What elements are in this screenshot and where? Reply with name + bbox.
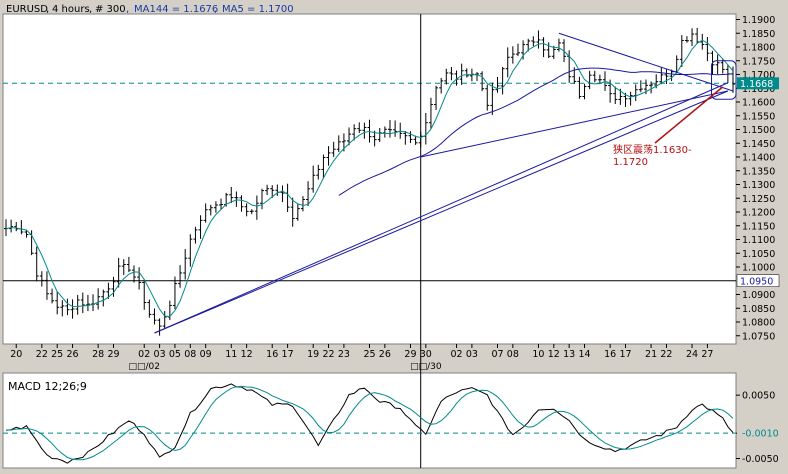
header-sep-2: ,	[89, 4, 92, 15]
x-tick-label: 17	[282, 349, 294, 360]
x-sublabel: □□/02	[128, 362, 160, 372]
x-tick-label: 26	[67, 349, 79, 360]
macd-y-tick-label: 0.0050	[742, 391, 775, 402]
macd-y-tick-label: -0.0010	[742, 429, 779, 440]
x-tick-label: 26	[379, 349, 391, 360]
x-tick-label: 29	[404, 349, 416, 360]
y-tick-label: 1.1200	[742, 208, 775, 219]
x-tick-label: 28	[92, 349, 104, 360]
x-tick-label: 21	[645, 349, 657, 360]
x-tick-label: 14	[578, 349, 590, 360]
x-tick-label: 05	[169, 349, 181, 360]
x-tick-label: 13	[563, 349, 575, 360]
x-tick-label: 20	[10, 349, 22, 360]
price-plot-area	[2, 13, 737, 345]
x-tick-label: 19	[307, 349, 319, 360]
header-symbol: EURUSD	[6, 4, 48, 15]
x-tick-label: 09	[200, 349, 212, 360]
x-tick-label: 25	[363, 349, 375, 360]
y-tick-label: 1.1300	[742, 180, 775, 191]
header-timeframe: 4 hours	[52, 4, 90, 15]
y-tick-label: 1.0850	[742, 304, 775, 315]
x-tick-label: 23	[338, 349, 350, 360]
header-bar-count: # 300	[95, 4, 126, 15]
x-tick-label: 10	[532, 349, 544, 360]
x-tick-label: 02	[138, 349, 150, 360]
y-tick-label: 1.1400	[742, 153, 775, 164]
x-axis: 20 22 25 26 28 29 02 03 05 08 09 11 12 16 17 19 22 23 25 26…	[10, 344, 713, 372]
annotation-line-2: 1.1720	[613, 157, 648, 168]
y-tick-label: 1.1500	[742, 125, 775, 136]
x-tick-label: 11	[225, 349, 237, 360]
x-tick-label: 08	[184, 349, 196, 360]
macd-y-axis: 0.0050 -0.0010 -0.0050	[736, 391, 779, 465]
x-tick-label: 12	[241, 349, 253, 360]
y-tick-label: 1.1750	[742, 56, 775, 67]
x-tick-label: 16	[266, 349, 278, 360]
y-tick-label: 1.1000	[742, 263, 775, 274]
chart-svg: 1.19001.18501.18001.17501.17001.16501.16…	[2, 4, 780, 469]
x-tick-label: 27	[701, 349, 713, 360]
x-tick-label: 29	[107, 349, 119, 360]
y-tick-label: 1.1800	[742, 43, 775, 54]
x-tick-label: 22	[322, 349, 334, 360]
y-tick-label: 1.0750	[742, 331, 775, 342]
y-tick-label: 1.0800	[742, 318, 775, 329]
header-ma144: MA144 = 1.1676	[134, 4, 218, 15]
y-tick-label: 1.1100	[742, 235, 775, 246]
macd-title: MACD 12;26;9	[8, 380, 87, 393]
x-tick-label: 07	[491, 349, 503, 360]
x-tick-label: 24	[686, 349, 698, 360]
x-tick-label: 17	[619, 349, 631, 360]
chart-window: 1.19001.18501.18001.17501.17001.16501.16…	[0, 0, 788, 470]
x-tick-label: 30	[420, 349, 432, 360]
y-tick-label: 1.1900	[742, 15, 775, 26]
y-tick-label: 1.1050	[742, 249, 775, 260]
y-tick-label: 1.1250	[742, 194, 775, 205]
x-sublabel: □□/30	[410, 362, 442, 372]
crosshair-price-label: 1.0950	[740, 276, 773, 287]
x-tick-label: 25	[51, 349, 63, 360]
y-tick-label: 1.1600	[742, 98, 775, 109]
x-tick-label: 22	[36, 349, 48, 360]
x-tick-label: 08	[507, 349, 519, 360]
header-sep-1: ,	[46, 4, 49, 15]
x-tick-label: 03	[154, 349, 166, 360]
annotation-line-1: 狭区震荡1.1630-	[613, 143, 692, 156]
x-tick-label: 22	[660, 349, 672, 360]
header-sep-3: ,	[126, 4, 129, 15]
x-tick-label: 03	[466, 349, 478, 360]
x-tick-label: 02	[450, 349, 462, 360]
y-tick-label: 1.0900	[742, 290, 775, 301]
y-tick-label: 1.1150	[742, 221, 775, 232]
macd-plot-area	[2, 372, 737, 469]
x-tick-label: 12	[548, 349, 560, 360]
current-price-label: 1.1668	[740, 79, 773, 90]
price-y-axis: 1.19001.18501.18001.17501.17001.16501.16…	[736, 15, 780, 342]
y-tick-label: 1.1350	[742, 166, 775, 177]
y-tick-label: 1.1850	[742, 29, 775, 40]
y-tick-label: 1.1450	[742, 139, 775, 150]
y-tick-label: 1.1550	[742, 111, 775, 122]
header-ma5: MA5 = 1.1700	[222, 4, 294, 15]
header-sep-4: ,	[214, 4, 217, 15]
x-tick-label: 16	[604, 349, 616, 360]
macd-y-tick-label: -0.0050	[742, 454, 779, 465]
